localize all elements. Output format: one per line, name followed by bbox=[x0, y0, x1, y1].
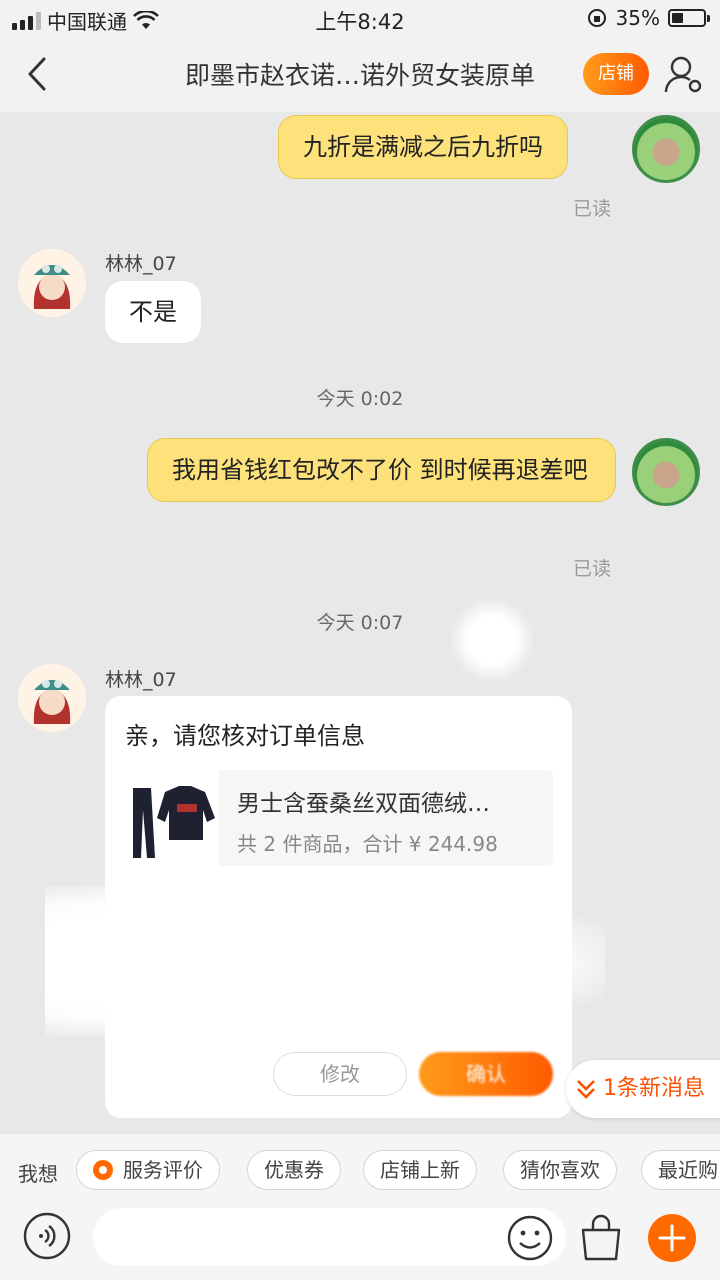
emoji-icon[interactable] bbox=[506, 1214, 554, 1262]
chip-label: 最近购 bbox=[658, 1158, 718, 1182]
shopping-bag-icon[interactable] bbox=[578, 1214, 624, 1262]
quick-action-bar: 我想 服务评价 优惠券 店铺上新 猜你喜欢 最近购 bbox=[0, 1134, 720, 1206]
shop-button[interactable]: 店铺 bbox=[583, 53, 649, 95]
voice-icon[interactable] bbox=[22, 1211, 72, 1261]
time-divider: 今天 0:02 bbox=[316, 388, 404, 410]
read-status: 已读 bbox=[573, 198, 612, 220]
time-divider: 今天 0:07 bbox=[316, 612, 404, 634]
chip-coupon[interactable]: 优惠券 bbox=[247, 1150, 341, 1190]
plus-icon bbox=[658, 1224, 686, 1252]
new-message-label: 1条新消息 bbox=[603, 1076, 705, 1101]
new-message-button[interactable]: 1条新消息 bbox=[566, 1060, 720, 1118]
product-name: 男士含蚕桑丝双面德绒… bbox=[237, 791, 490, 817]
nav-bar: 即墨市赵衣诺…诺外贸女装原单 店铺 bbox=[0, 38, 720, 112]
confirm-button[interactable]: 确认 bbox=[419, 1052, 553, 1096]
back-icon[interactable] bbox=[20, 54, 56, 94]
status-bar: 中国联通 上午8:42 35% bbox=[0, 0, 720, 38]
screen-glare bbox=[450, 598, 534, 682]
chip-label: 服务评价 bbox=[123, 1158, 203, 1182]
chip-recent-purchase[interactable]: 最近购 bbox=[641, 1150, 720, 1190]
input-bar bbox=[0, 1206, 720, 1280]
avatar-girl-icon bbox=[18, 664, 86, 732]
battery-label: 35% bbox=[615, 6, 660, 30]
modify-button[interactable]: 修改 bbox=[273, 1052, 407, 1096]
quick-bar-label: 我想 bbox=[18, 1162, 58, 1186]
double-chevron-down-icon bbox=[577, 1080, 595, 1099]
chip-new-arrivals[interactable]: 店铺上新 bbox=[363, 1150, 477, 1190]
avatar-girl-icon bbox=[18, 249, 86, 317]
product-row[interactable]: 男士含蚕桑丝双面德绒… 共 2 件商品，合计 ¥ 244.98 bbox=[125, 770, 553, 866]
chat-area[interactable]: 九折是满减之后九折吗 已读 林林_07 不是 今天 0:02 我用省钱红包改不了… bbox=[0, 112, 720, 1134]
message-bubble-self[interactable]: 九折是满减之后九折吗 bbox=[278, 115, 568, 179]
page-title: 即墨市赵衣诺…诺外贸女装原单 bbox=[184, 61, 535, 90]
read-status: 已读 bbox=[573, 558, 612, 580]
rotation-lock-icon bbox=[587, 9, 606, 27]
battery-icon bbox=[668, 9, 710, 27]
product-image bbox=[125, 770, 219, 866]
order-confirm-card[interactable]: 亲，请您核对订单信息 男士含蚕桑丝双面德绒… 共 2 件商品，合计 ¥ 244.… bbox=[45, 696, 605, 1118]
chip-service-review[interactable]: 服务评价 bbox=[76, 1150, 220, 1190]
product-summary: 共 2 件商品，合计 ¥ 244.98 bbox=[237, 832, 498, 856]
nickname: 林林_07 bbox=[105, 669, 177, 691]
chip-label: 猜你喜欢 bbox=[520, 1158, 600, 1182]
status-right: 35% bbox=[586, 6, 710, 30]
chip-label: 优惠券 bbox=[264, 1158, 324, 1182]
avatar-self[interactable] bbox=[632, 438, 700, 506]
avatar-self[interactable] bbox=[632, 115, 700, 183]
message-input[interactable] bbox=[93, 1208, 566, 1266]
message-bubble-self[interactable]: 我用省钱红包改不了价 到时候再退差吧 bbox=[147, 438, 616, 502]
nickname: 林林_07 bbox=[105, 253, 177, 275]
message-bubble-other[interactable]: 不是 bbox=[105, 281, 201, 343]
card-title: 亲，请您核对订单信息 bbox=[125, 722, 365, 750]
user-settings-icon[interactable] bbox=[662, 52, 706, 96]
blurred-content bbox=[45, 886, 605, 1036]
chip-recommend[interactable]: 猜你喜欢 bbox=[503, 1150, 617, 1190]
service-review-icon bbox=[93, 1160, 113, 1180]
chip-label: 店铺上新 bbox=[380, 1158, 460, 1182]
plus-button[interactable] bbox=[648, 1214, 696, 1262]
avatar-other[interactable] bbox=[18, 664, 86, 732]
avatar-other[interactable] bbox=[18, 249, 86, 317]
